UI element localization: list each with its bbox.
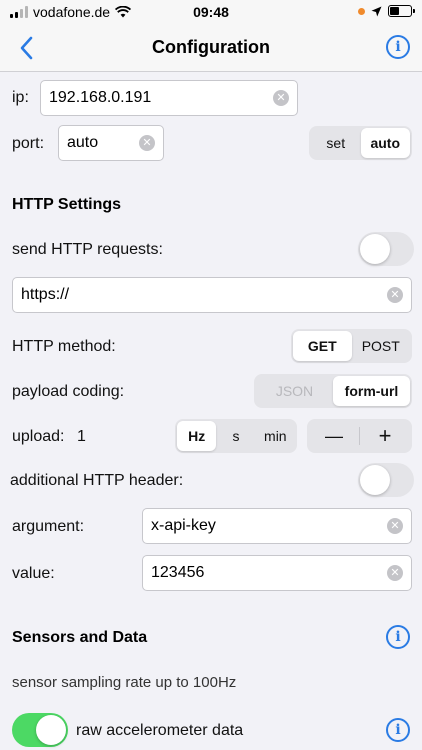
send-http-toggle[interactable] — [358, 232, 414, 266]
recording-dot-icon — [358, 7, 365, 15]
ip-field[interactable]: 192.168.0.191 ✕ — [40, 80, 298, 116]
ip-label: ip: — [12, 89, 29, 106]
url-value: https:// — [21, 286, 70, 303]
unit-s[interactable]: s — [216, 421, 255, 451]
port-mode-segmented: set auto — [309, 126, 412, 160]
payload-coding-label: payload coding: — [12, 383, 125, 400]
value-field[interactable]: 123456 ✕ — [142, 555, 412, 591]
clear-x-icon[interactable]: ✕ — [273, 90, 289, 106]
sensors-header: Sensors and Data — [12, 629, 148, 646]
port-mode-set[interactable]: set — [311, 128, 361, 158]
stepper-minus-button[interactable]: — — [309, 421, 359, 451]
upload-label: upload: — [12, 428, 65, 445]
clear-x-icon[interactable]: ✕ — [387, 518, 403, 534]
clear-x-icon[interactable]: ✕ — [139, 135, 155, 151]
port-mode-auto[interactable]: auto — [360, 128, 410, 158]
stepper-plus-button[interactable]: + — [360, 421, 410, 451]
additional-header-label: additional HTTP header: — [10, 472, 184, 489]
argument-label: argument: — [12, 518, 85, 535]
port-label: port: — [12, 135, 45, 152]
payload-json[interactable]: JSON — [256, 376, 333, 406]
location-arrow-icon — [371, 6, 382, 16]
method-get[interactable]: GET — [293, 331, 352, 361]
payload-form-url[interactable]: form-url — [333, 376, 410, 406]
send-http-label: send HTTP requests: — [12, 241, 163, 258]
clear-x-icon[interactable]: ✕ — [387, 565, 403, 581]
upload-unit-segmented: Hz s min — [175, 419, 297, 453]
raw-accelerometer-label: raw accelerometer data — [76, 722, 244, 739]
status-bar: vodafone.de 09:48 — [0, 0, 422, 24]
info-icon[interactable]: i — [386, 35, 410, 59]
method-post[interactable]: POST — [352, 331, 411, 361]
page-title: Configuration — [152, 37, 270, 57]
navigation-bar: Configuration i — [0, 24, 422, 72]
upload-stepper: — + — [307, 419, 412, 453]
additional-header-toggle[interactable] — [358, 463, 414, 497]
info-icon[interactable]: i — [386, 718, 410, 742]
argument-value: x-api-key — [151, 517, 216, 534]
http-method-segmented: GET POST — [291, 329, 412, 363]
battery-icon — [388, 5, 415, 17]
value-label: value: — [12, 565, 55, 582]
value-value: 123456 — [151, 564, 205, 581]
unit-min[interactable]: min — [256, 421, 295, 451]
info-icon[interactable]: i — [386, 625, 410, 649]
http-settings-header: HTTP Settings — [12, 196, 122, 213]
ip-value: 192.168.0.191 — [49, 89, 152, 106]
payload-coding-segmented: JSON form-url — [254, 374, 412, 408]
port-value: auto — [67, 134, 99, 151]
port-field[interactable]: auto ✕ — [58, 125, 164, 161]
sampling-note: sensor sampling rate up to 100Hz — [12, 674, 237, 691]
upload-value: 1 — [77, 428, 86, 445]
http-method-label: HTTP method: — [12, 338, 116, 355]
url-field[interactable]: https:// ✕ — [12, 277, 412, 313]
unit-hz[interactable]: Hz — [177, 421, 217, 451]
argument-field[interactable]: x-api-key ✕ — [142, 508, 412, 544]
clear-x-icon[interactable]: ✕ — [387, 287, 403, 303]
raw-accelerometer-toggle[interactable] — [12, 713, 68, 747]
